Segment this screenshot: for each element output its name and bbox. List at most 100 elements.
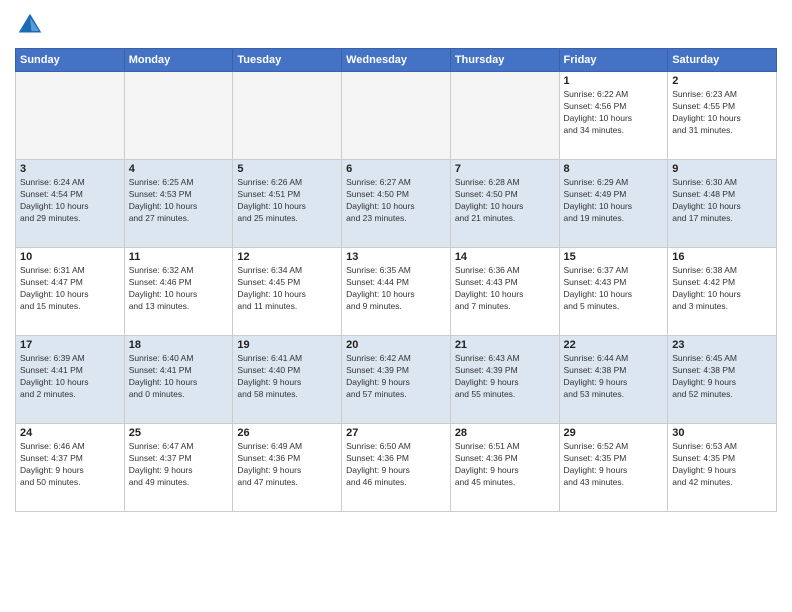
day-info: Sunrise: 6:30 AM Sunset: 4:48 PM Dayligh… [672,177,772,225]
calendar-week-row: 1 Sunrise: 6:22 AM Sunset: 4:56 PM Daylig… [16,72,777,160]
day-number: 4 [129,163,229,175]
calendar-cell: 5 Sunrise: 6:26 AM Sunset: 4:51 PM Daylig… [233,160,342,248]
day-number: 18 [129,339,229,351]
day-info: Sunrise: 6:25 AM Sunset: 4:53 PM Dayligh… [129,177,229,225]
calendar-cell: 10Sunrise: 6:31 AM Sunset: 4:47 PM Dayli… [16,248,125,336]
calendar-cell: 4 Sunrise: 6:25 AM Sunset: 4:53 PM Daylig… [124,160,233,248]
day-number: 16 [672,251,772,263]
day-number: 17 [20,339,120,351]
calendar-week-row: 17 Sunrise: 6:39 AM Sunset: 4:41 PM Dayli… [16,336,777,424]
day-info: Sunrise: 6:43 AM Sunset: 4:39 PM Dayligh… [455,353,555,401]
calendar-cell: 25 Sunrise: 6:47 AM Sunset: 4:37 PM Dayli… [124,424,233,512]
calendar-table: SundayMondayTuesdayWednesdayThursdayFrid… [15,48,777,512]
day-info: Sunrise: 6:24 AM Sunset: 4:54 PM Dayligh… [20,177,120,225]
day-number: 27 [346,427,446,439]
day-number: 2 [672,75,772,87]
day-info: Sunrise: 6:36 AM Sunset: 4:43 PM Dayligh… [455,265,555,313]
day-number: 23 [672,339,772,351]
calendar-cell: 2 Sunrise: 6:23 AM Sunset: 4:55 PM Daylig… [668,72,777,160]
calendar-cell: 8 Sunrise: 6:29 AM Sunset: 4:49 PM Daylig… [559,160,668,248]
day-info: Sunrise: 6:44 AM Sunset: 4:38 PM Dayligh… [564,353,664,401]
day-info: Sunrise: 6:28 AM Sunset: 4:50 PM Dayligh… [455,177,555,225]
day-info: Sunrise: 6:40 AM Sunset: 4:41 PM Dayligh… [129,353,229,401]
day-info: Sunrise: 6:39 AM Sunset: 4:41 PM Dayligh… [20,353,120,401]
day-info: Sunrise: 6:51 AM Sunset: 4:36 PM Dayligh… [455,441,555,489]
day-info: Sunrise: 6:47 AM Sunset: 4:37 PM Dayligh… [129,441,229,489]
day-number: 28 [455,427,555,439]
day-number: 5 [237,163,337,175]
day-number: 22 [564,339,664,351]
calendar-cell: 18 Sunrise: 6:40 AM Sunset: 4:41 PM Dayli… [124,336,233,424]
day-info: Sunrise: 6:41 AM Sunset: 4:40 PM Dayligh… [237,353,337,401]
day-number: 11 [129,251,229,263]
calendar-cell: 29 Sunrise: 6:52 AM Sunset: 4:35 PM Dayli… [559,424,668,512]
day-number: 12 [237,251,337,263]
day-info: Sunrise: 6:29 AM Sunset: 4:49 PM Dayligh… [564,177,664,225]
calendar-cell: 6Sunrise: 6:27 AM Sunset: 4:50 PM Daylig… [342,160,451,248]
calendar-cell: 13 Sunrise: 6:35 AM Sunset: 4:44 PM Dayli… [342,248,451,336]
day-number: 1 [564,75,664,87]
day-number: 26 [237,427,337,439]
calendar-week-row: 3 Sunrise: 6:24 AM Sunset: 4:54 PM Daylig… [16,160,777,248]
calendar-cell: 23 Sunrise: 6:45 AM Sunset: 4:38 PM Dayli… [668,336,777,424]
calendar-week-row: 10Sunrise: 6:31 AM Sunset: 4:47 PM Dayli… [16,248,777,336]
day-info: Sunrise: 6:45 AM Sunset: 4:38 PM Dayligh… [672,353,772,401]
calendar-cell: 21 Sunrise: 6:43 AM Sunset: 4:39 PM Dayli… [450,336,559,424]
day-number: 3 [20,163,120,175]
day-info: Sunrise: 6:53 AM Sunset: 4:35 PM Dayligh… [672,441,772,489]
day-info: Sunrise: 6:32 AM Sunset: 4:46 PM Dayligh… [129,265,229,313]
calendar-cell: 9 Sunrise: 6:30 AM Sunset: 4:48 PM Daylig… [668,160,777,248]
day-info: Sunrise: 6:27 AM Sunset: 4:50 PM Dayligh… [346,177,446,225]
calendar-day-header: Friday [559,49,668,72]
calendar-cell: 16 Sunrise: 6:38 AM Sunset: 4:42 PM Dayli… [668,248,777,336]
day-info: Sunrise: 6:52 AM Sunset: 4:35 PM Dayligh… [564,441,664,489]
day-info: Sunrise: 6:38 AM Sunset: 4:42 PM Dayligh… [672,265,772,313]
day-info: Sunrise: 6:26 AM Sunset: 4:51 PM Dayligh… [237,177,337,225]
calendar-cell: 12Sunrise: 6:34 AM Sunset: 4:45 PM Dayli… [233,248,342,336]
calendar-day-header: Thursday [450,49,559,72]
calendar-cell: 28 Sunrise: 6:51 AM Sunset: 4:36 PM Dayli… [450,424,559,512]
day-number: 29 [564,427,664,439]
day-info: Sunrise: 6:49 AM Sunset: 4:36 PM Dayligh… [237,441,337,489]
calendar-week-row: 24 Sunrise: 6:46 AM Sunset: 4:37 PM Dayli… [16,424,777,512]
calendar-cell: 19 Sunrise: 6:41 AM Sunset: 4:40 PM Dayli… [233,336,342,424]
day-number: 14 [455,251,555,263]
calendar-cell: 11 Sunrise: 6:32 AM Sunset: 4:46 PM Dayli… [124,248,233,336]
day-info: Sunrise: 6:31 AM Sunset: 4:47 PM Dayligh… [20,265,120,313]
calendar-cell: 22 Sunrise: 6:44 AM Sunset: 4:38 PM Dayli… [559,336,668,424]
calendar-cell [342,72,451,160]
calendar-header-row: SundayMondayTuesdayWednesdayThursdayFrid… [16,49,777,72]
day-number: 9 [672,163,772,175]
day-info: Sunrise: 6:37 AM Sunset: 4:43 PM Dayligh… [564,265,664,313]
day-number: 24 [20,427,120,439]
calendar-cell: 26 Sunrise: 6:49 AM Sunset: 4:36 PM Dayli… [233,424,342,512]
page: SundayMondayTuesdayWednesdayThursdayFrid… [0,0,792,612]
calendar-cell: 3 Sunrise: 6:24 AM Sunset: 4:54 PM Daylig… [16,160,125,248]
day-number: 8 [564,163,664,175]
day-number: 21 [455,339,555,351]
calendar-day-header: Monday [124,49,233,72]
calendar-cell: 14 Sunrise: 6:36 AM Sunset: 4:43 PM Dayli… [450,248,559,336]
header [15,10,777,40]
day-number: 15 [564,251,664,263]
day-info: Sunrise: 6:22 AM Sunset: 4:56 PM Dayligh… [564,89,664,137]
day-info: Sunrise: 6:50 AM Sunset: 4:36 PM Dayligh… [346,441,446,489]
day-info: Sunrise: 6:35 AM Sunset: 4:44 PM Dayligh… [346,265,446,313]
calendar-cell: 7 Sunrise: 6:28 AM Sunset: 4:50 PM Daylig… [450,160,559,248]
day-info: Sunrise: 6:42 AM Sunset: 4:39 PM Dayligh… [346,353,446,401]
day-number: 19 [237,339,337,351]
calendar-cell [124,72,233,160]
day-number: 25 [129,427,229,439]
calendar-cell [450,72,559,160]
calendar-cell: 27 Sunrise: 6:50 AM Sunset: 4:36 PM Dayli… [342,424,451,512]
calendar-day-header: Saturday [668,49,777,72]
logo [15,10,49,40]
logo-icon [15,10,45,40]
day-number: 7 [455,163,555,175]
day-number: 20 [346,339,446,351]
day-number: 30 [672,427,772,439]
day-info: Sunrise: 6:46 AM Sunset: 4:37 PM Dayligh… [20,441,120,489]
day-info: Sunrise: 6:23 AM Sunset: 4:55 PM Dayligh… [672,89,772,137]
calendar-cell [233,72,342,160]
day-number: 13 [346,251,446,263]
